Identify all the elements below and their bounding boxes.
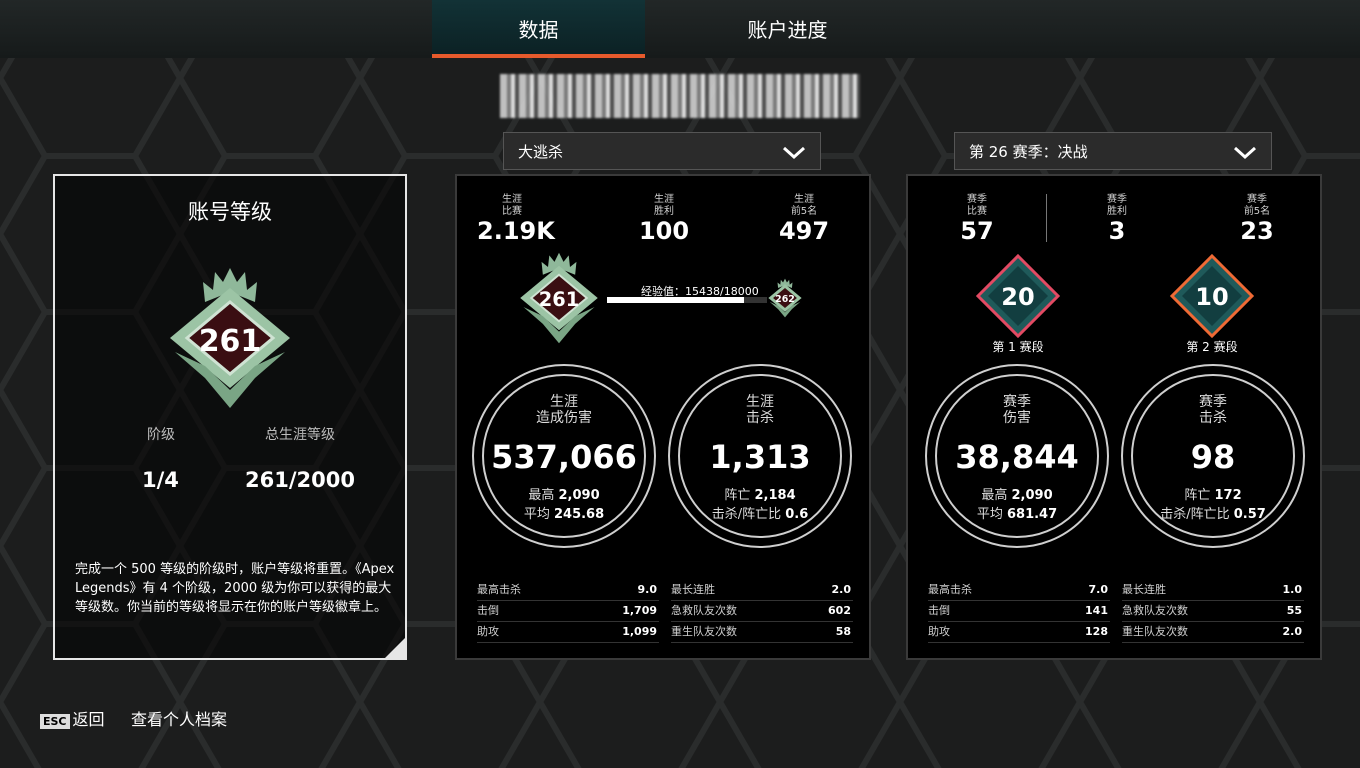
stat-row: 重生队友次数 2.0 — [1122, 622, 1304, 643]
next-level-badge-icon: 262 — [768, 278, 802, 318]
stat-row: 击倒 141 — [928, 601, 1110, 622]
career-kills-circle: 生涯 击杀 1,313 阵亡 2,184 击杀/阵亡比 0.6 — [668, 364, 852, 548]
svg-text:262: 262 — [775, 294, 795, 305]
stat-row: 助攻 128 — [928, 622, 1110, 643]
tier-value: 1/4 — [142, 468, 179, 492]
split2-rank-badge-icon: 10 — [1170, 254, 1254, 338]
esc-key-icon: ESC — [40, 714, 70, 729]
stat-row: 最高击杀 9.0 — [477, 580, 659, 601]
career-kills-value: 1,313 — [709, 438, 811, 476]
mode-dropdown[interactable]: 大逃杀 — [503, 132, 821, 170]
career-level-badge-icon: 261 — [520, 252, 598, 344]
stat-row: 重生队友次数 58 — [671, 622, 853, 643]
total-level-value: 261/2000 — [245, 468, 355, 492]
season-kills-value: 98 — [1190, 438, 1236, 476]
svg-text:20: 20 — [1001, 283, 1034, 311]
stat-row: 最高击杀 7.0 — [928, 580, 1110, 601]
tier-label: 阶级 — [147, 427, 175, 443]
xp-progress-fill — [607, 297, 745, 303]
career-top5-stat: 生涯 前5名 497 — [778, 194, 830, 245]
season-wins-stat: 赛季 胜利 3 — [1107, 194, 1127, 245]
chevron-down-icon — [1233, 146, 1257, 160]
stat-row: 急救队友次数 602 — [671, 601, 853, 622]
season-dropdown[interactable]: 第 26 赛季：决战 — [954, 132, 1272, 170]
tab-account-progress[interactable]: 账户进度 — [680, 0, 895, 58]
account-level-panel: 账号等级 261 阶级 总生涯等级 1/4 261/2000 完成一个 500 … — [53, 174, 407, 660]
stat-row: 击倒 1,709 — [477, 601, 659, 622]
season-matches-stat: 赛季 比赛 57 — [960, 194, 994, 245]
season-top5-stat: 赛季 前5名 23 — [1240, 194, 1274, 245]
career-damage-circle: 生涯 造成伤害 537,066 最高 2,090 平均 245.68 — [472, 364, 656, 548]
tab-stats[interactable]: 数据 — [432, 0, 645, 58]
mode-dropdown-value: 大逃杀 — [518, 143, 564, 161]
top-nav-bar: 数据 账户进度 — [0, 0, 1360, 58]
career-matches-stat: 生涯 比赛 2.19K — [477, 194, 555, 245]
career-damage-value: 537,066 — [491, 438, 637, 476]
back-button[interactable]: ESC 返回 — [40, 706, 105, 730]
account-level-title: 账号等级 — [188, 200, 272, 224]
svg-text:10: 10 — [1195, 283, 1228, 311]
stat-row: 最长连胜 1.0 — [1122, 580, 1304, 601]
account-badge-level: 261 — [199, 324, 262, 359]
career-wins-stat: 生涯 胜利 100 — [638, 194, 690, 245]
view-profile-button[interactable]: 查看个人档案 — [131, 706, 227, 730]
career-stats-panel: 生涯 比赛 2.19K 生涯 胜利 100 生涯 前5名 497 261 经验值… — [455, 174, 871, 660]
back-label: 返回 — [72, 710, 105, 729]
season-damage-value: 38,844 — [955, 438, 1079, 476]
split1-label: 第 1 赛段 — [992, 340, 1044, 354]
stat-row: 急救队友次数 55 — [1122, 601, 1304, 622]
season-dropdown-value: 第 26 赛季：决战 — [969, 143, 1088, 161]
split2-label: 第 2 赛段 — [1186, 340, 1238, 354]
divider — [1046, 194, 1047, 242]
corner-accent-icon — [383, 636, 407, 660]
season-kills-circle: 赛季 击杀 98 阵亡 172 击杀/阵亡比 0.57 — [1121, 364, 1305, 548]
stat-row: 最长连胜 2.0 — [671, 580, 853, 601]
svg-text:261: 261 — [539, 288, 579, 311]
account-level-badge-icon: 261 — [170, 268, 290, 408]
season-stats-panel: 赛季 比赛 57 赛季 胜利 3 赛季 前5名 23 20 第 1 赛段 10 … — [906, 174, 1322, 660]
season-damage-circle: 赛季 伤害 38,844 最高 2,090 平均 681.47 — [925, 364, 1109, 548]
account-level-description: 完成一个 500 等级的阶级时，账户等级将重置。《Apex Legends》有 … — [75, 562, 395, 615]
player-name-obscured — [500, 74, 860, 118]
stat-row: 助攻 1,099 — [477, 622, 659, 643]
xp-progress-bar — [607, 297, 767, 303]
total-level-label: 总生涯等级 — [265, 427, 335, 443]
split1-rank-badge-icon: 20 — [976, 254, 1060, 338]
chevron-down-icon — [782, 146, 806, 160]
